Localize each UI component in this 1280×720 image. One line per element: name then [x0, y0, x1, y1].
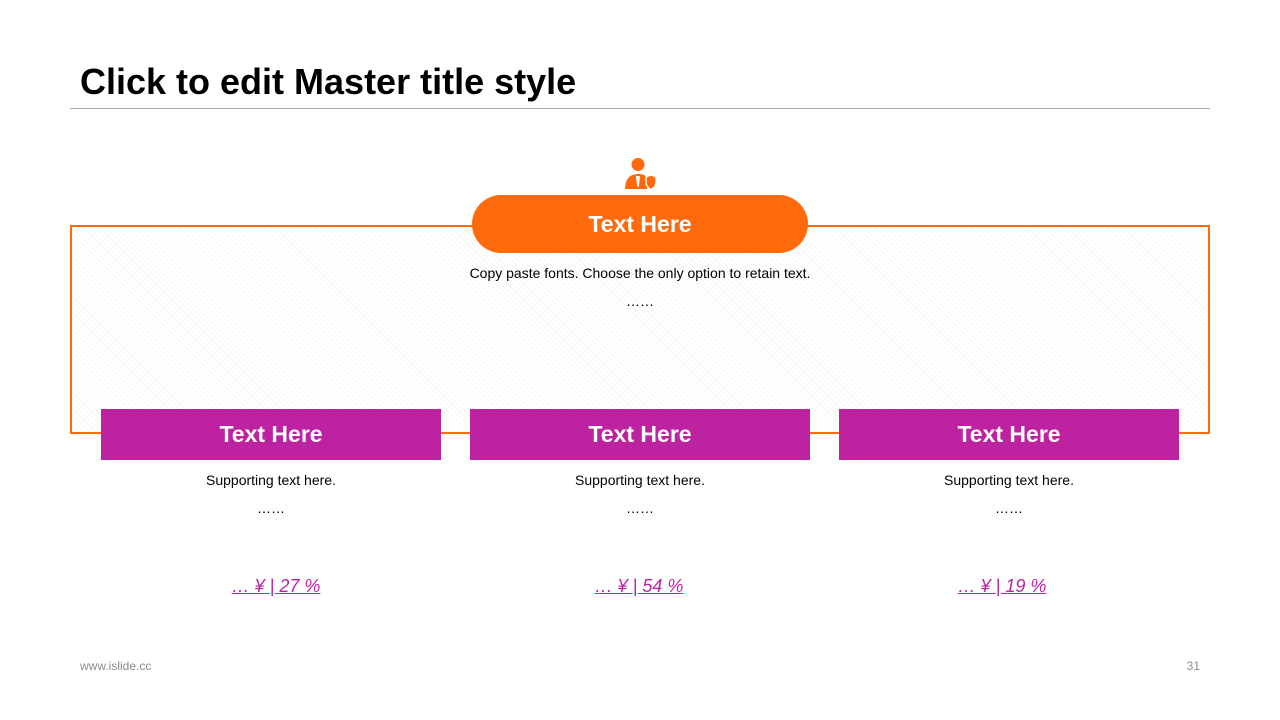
center-heading-pill: Text Here — [472, 195, 808, 253]
card-heading: Text Here — [839, 409, 1179, 460]
center-ellipsis: …… — [626, 293, 654, 309]
page-number: 31 — [1186, 659, 1200, 673]
card-stat-link[interactable]: … ¥ | 54 % — [539, 575, 739, 597]
card-heading: Text Here — [101, 409, 441, 460]
card-ellipsis: …… — [995, 500, 1023, 516]
card-stat-link[interactable]: … ¥ | 19 % — [902, 575, 1102, 597]
user-shield-icon — [625, 158, 657, 191]
card-supporting-text: Supporting text here. — [944, 472, 1074, 488]
card-ellipsis: …… — [257, 500, 285, 516]
card-heading: Text Here — [470, 409, 810, 460]
card-supporting-text: Supporting text here. — [575, 472, 705, 488]
slide-title: Click to edit Master title style — [80, 61, 577, 102]
footer-url: www.islide.cc — [80, 659, 152, 673]
card-ellipsis: …… — [626, 500, 654, 516]
title-divider — [70, 108, 1210, 109]
card-supporting-text: Supporting text here. — [206, 472, 336, 488]
center-description: Copy paste fonts. Choose the only option… — [469, 265, 811, 281]
content-frame — [70, 225, 1210, 434]
card-stat-link[interactable]: … ¥ | 27 % — [176, 575, 376, 597]
